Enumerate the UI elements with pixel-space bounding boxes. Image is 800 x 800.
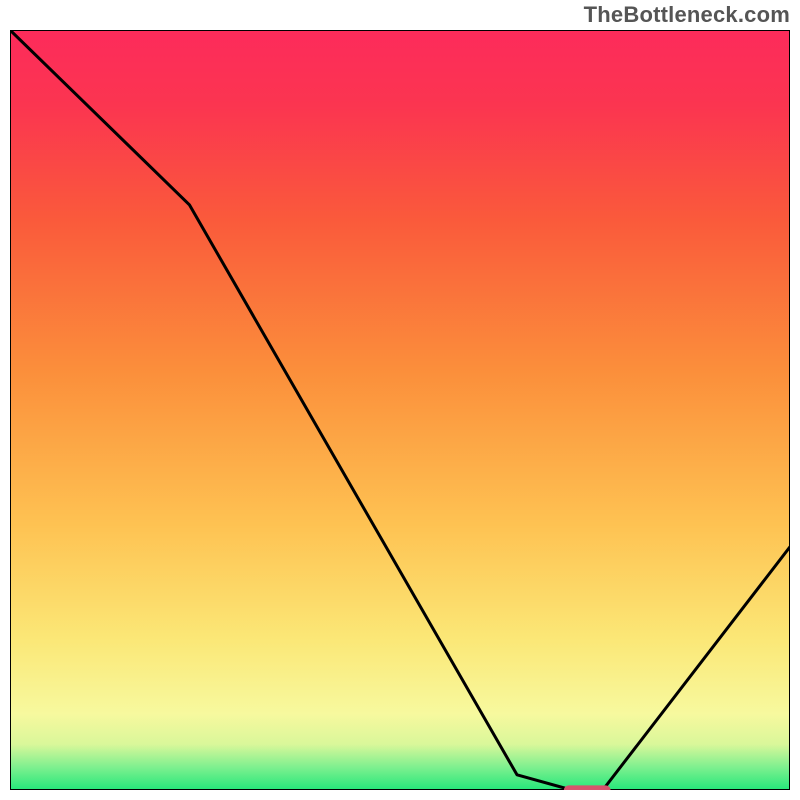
plot-area bbox=[10, 30, 790, 790]
plot-svg bbox=[10, 30, 790, 790]
optimal-marker bbox=[564, 785, 611, 790]
chart-container: TheBottleneck.com bbox=[0, 0, 800, 800]
watermark-text: TheBottleneck.com bbox=[584, 2, 790, 28]
